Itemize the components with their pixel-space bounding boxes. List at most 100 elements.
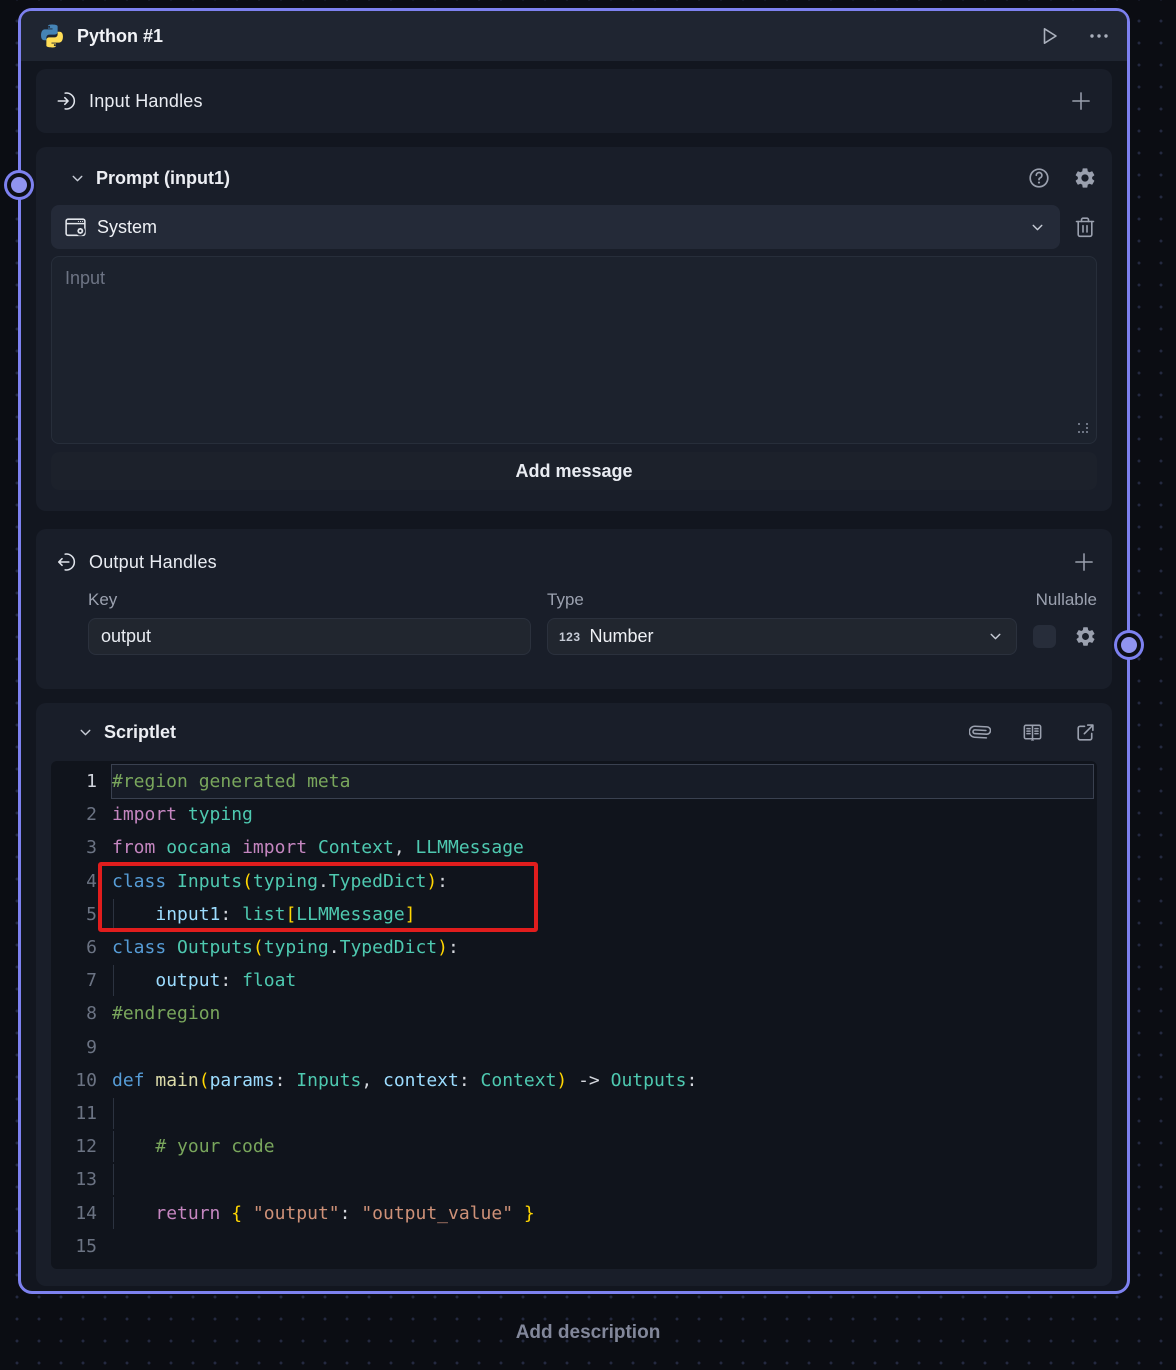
- code-text: output: float: [112, 964, 1093, 997]
- add-output-handle-button[interactable]: [1071, 549, 1097, 575]
- add-description-button[interactable]: Add description: [0, 1322, 1176, 1344]
- code-text: input1: list[LLMMessage]: [112, 898, 1093, 931]
- code-editor[interactable]: 1#region generated meta 2 import typing 3 fr…: [51, 761, 1097, 1269]
- code-text: def main(params: Inputs, context: Contex…: [112, 1064, 1093, 1097]
- code-line[interactable]: 14 return { "output": "output_value" }: [51, 1196, 1095, 1229]
- code-text: # your code: [112, 1130, 1093, 1163]
- help-icon[interactable]: [1027, 166, 1051, 190]
- code-text: #region generated meta: [112, 765, 1093, 798]
- scriptlet-header: Scriptlet: [51, 703, 1097, 761]
- code-text: #endregion: [112, 997, 1093, 1030]
- code-line[interactable]: 2 import typing: [51, 798, 1095, 831]
- role-select[interactable]: System: [51, 205, 1060, 249]
- code-line[interactable]: 7 output: float: [51, 964, 1095, 997]
- code-text: [112, 1031, 1093, 1064]
- output-handles-section: Output Handles Key Type Nullable 123 Num…: [36, 529, 1112, 689]
- line-number: 8: [51, 1003, 97, 1024]
- code-line[interactable]: 11: [51, 1097, 1095, 1130]
- python-logo-icon: [39, 23, 65, 49]
- code-lines: 1#region generated meta 2 import typing 3 fr…: [51, 765, 1095, 1263]
- input-arrow-icon: [56, 90, 78, 112]
- add-input-handle-button[interactable]: [1068, 88, 1094, 114]
- line-number: 4: [51, 871, 97, 892]
- code-line[interactable]: 10 def main(params: Inputs, context: Cont…: [51, 1064, 1095, 1097]
- number-type-icon: 123: [559, 630, 581, 644]
- nullable-checkbox[interactable]: [1033, 625, 1056, 648]
- code-text: return { "output": "output_value" }: [112, 1196, 1093, 1229]
- prompt-title: Prompt (input1): [96, 168, 1005, 189]
- node-body: Input Handles Prompt (input1): [21, 61, 1127, 1286]
- line-number: 15: [51, 1236, 97, 1257]
- code-text: from oocana import Context, LLMMessage: [112, 831, 1093, 864]
- code-line[interactable]: 4 class Inputs(typing.TypedDict):: [51, 865, 1095, 898]
- input1-connection-handle[interactable]: [11, 177, 27, 193]
- line-number: 9: [51, 1037, 97, 1058]
- line-number: 11: [51, 1103, 97, 1124]
- add-message-label: Add message: [515, 461, 632, 482]
- prompt-input-wrap: [51, 256, 1097, 444]
- chevron-down-icon: [987, 628, 1004, 645]
- scriptlet-title: Scriptlet: [104, 722, 939, 743]
- message-role-line: System: [51, 205, 1097, 249]
- line-number: 13: [51, 1169, 97, 1190]
- output-handles-header: Output Handles: [51, 545, 1097, 579]
- delete-message-trash-icon[interactable]: [1073, 215, 1097, 239]
- add-message-button[interactable]: Add message: [51, 452, 1097, 490]
- code-line[interactable]: 5 input1: list[LLMMessage]: [51, 898, 1095, 931]
- scriptlet-section: Scriptlet: [36, 703, 1112, 1286]
- code-text: [112, 1097, 1093, 1130]
- code-line[interactable]: 3 from oocana import Context, LLMMessage: [51, 831, 1095, 864]
- prompt-section: Prompt (input1): [36, 147, 1112, 511]
- line-number: 14: [51, 1203, 97, 1224]
- code-text: class Inputs(typing.TypedDict):: [112, 865, 1093, 898]
- output-settings-gear-icon[interactable]: [1073, 625, 1097, 648]
- prompt-settings-gear-icon[interactable]: [1073, 166, 1097, 190]
- chevron-down-icon: [1029, 219, 1046, 236]
- output-handles-title: Output Handles: [89, 552, 1060, 573]
- code-text: [112, 1163, 1093, 1196]
- chevron-down-icon[interactable]: [77, 724, 94, 741]
- code-line[interactable]: 12 # your code: [51, 1130, 1095, 1163]
- code-text: import typing: [112, 798, 1093, 831]
- output-columns-row: Key Type Nullable: [88, 587, 1097, 613]
- nullable-column-label: Nullable: [1036, 590, 1097, 610]
- add-description-label: Add description: [516, 1322, 661, 1343]
- chevron-down-icon[interactable]: [69, 170, 86, 187]
- system-window-icon: [63, 215, 88, 240]
- output-connection-handle[interactable]: [1121, 637, 1137, 653]
- line-number: 2: [51, 804, 97, 825]
- open-external-icon[interactable]: [1074, 721, 1097, 744]
- line-number: 10: [51, 1070, 97, 1091]
- line-number: 12: [51, 1136, 97, 1157]
- attach-paperclip-icon[interactable]: [969, 721, 991, 743]
- prompt-input[interactable]: [51, 256, 1097, 444]
- input-handles-title: Input Handles: [89, 91, 1057, 112]
- line-number: 5: [51, 904, 97, 925]
- output-type-value: Number: [590, 626, 978, 647]
- run-button[interactable]: [1037, 24, 1061, 48]
- code-line[interactable]: 6class Outputs(typing.TypedDict):: [51, 931, 1095, 964]
- node-title: Python #1: [77, 26, 1025, 47]
- prompt-header: Prompt (input1): [51, 159, 1097, 197]
- type-column-label: Type: [547, 590, 1017, 610]
- line-number: 3: [51, 837, 97, 858]
- output-arrow-icon: [56, 551, 78, 573]
- code-line[interactable]: 1#region generated meta: [51, 765, 1095, 798]
- code-line[interactable]: 13: [51, 1163, 1095, 1196]
- resize-grip[interactable]: [1078, 423, 1090, 435]
- code-line[interactable]: 8 #endregion: [51, 997, 1095, 1030]
- key-column-label: Key: [88, 590, 531, 610]
- more-menu-button[interactable]: [1087, 24, 1111, 48]
- output-handle-row: 123 Number: [88, 618, 1097, 655]
- role-select-value: System: [97, 217, 1020, 238]
- output-key-input[interactable]: [88, 618, 531, 655]
- line-number: 7: [51, 970, 97, 991]
- python-node[interactable]: Python #1 Input Handles: [18, 8, 1130, 1294]
- line-number: 6: [51, 937, 97, 958]
- node-header: Python #1: [21, 11, 1127, 61]
- code-line[interactable]: 9: [51, 1031, 1095, 1064]
- input-handles-section: Input Handles: [36, 69, 1112, 133]
- code-line[interactable]: 15: [51, 1230, 1095, 1263]
- docs-book-icon[interactable]: [1021, 721, 1044, 744]
- output-type-select[interactable]: 123 Number: [547, 618, 1017, 655]
